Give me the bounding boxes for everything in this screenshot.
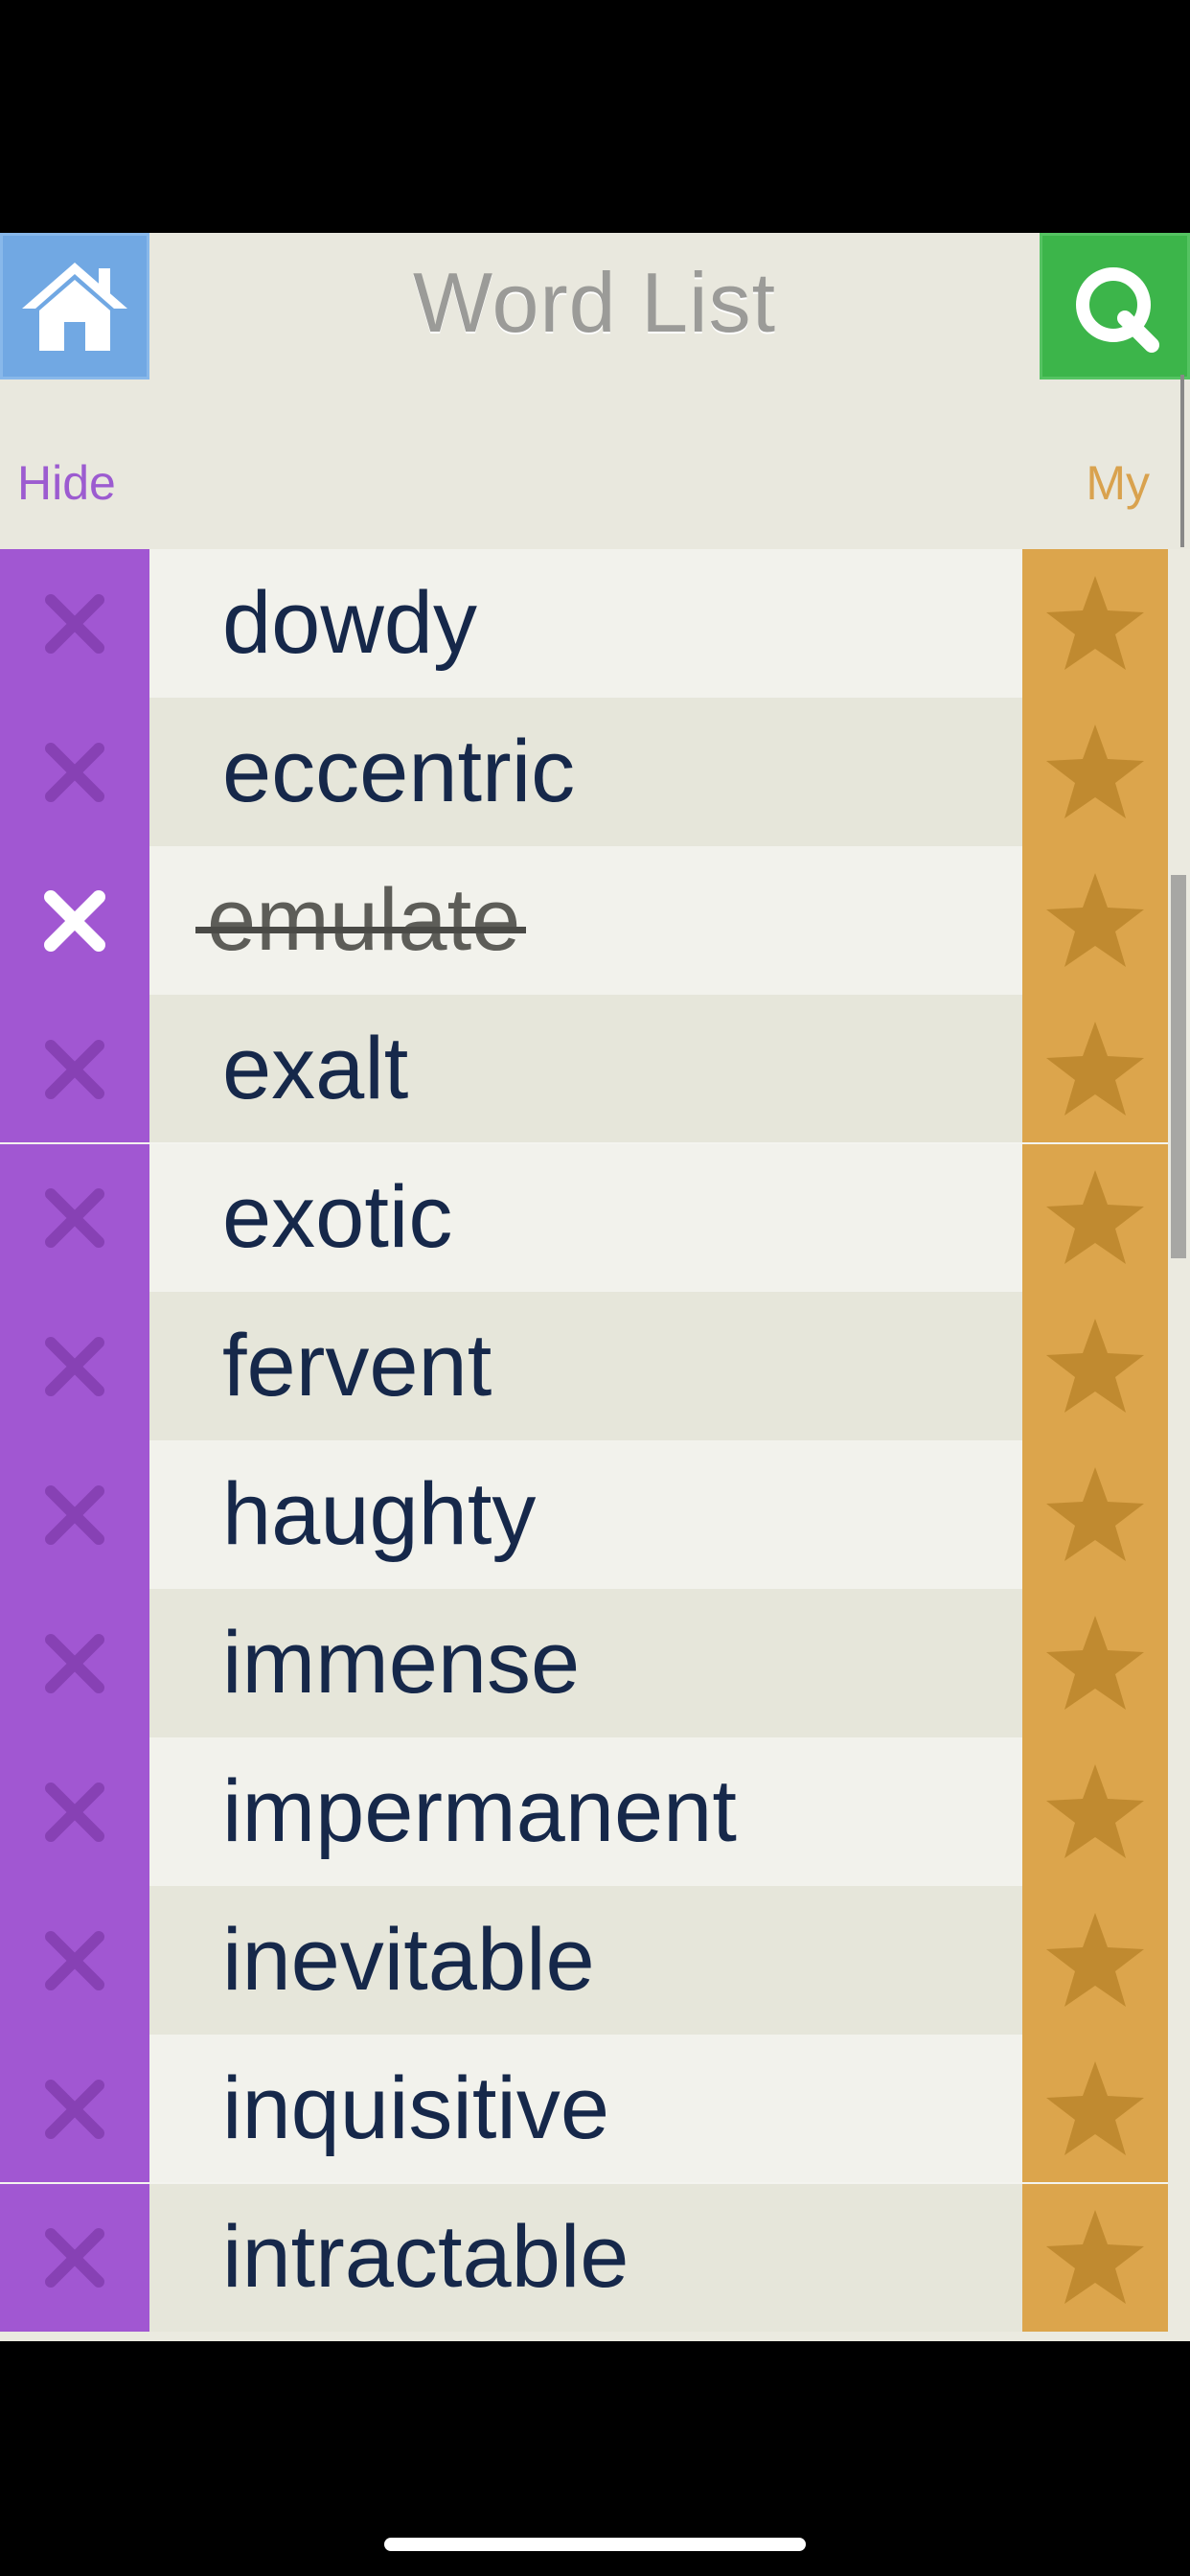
hide-x-icon <box>45 742 104 802</box>
word-label: dowdy <box>222 574 477 672</box>
favorite-toggle[interactable] <box>1022 1589 1168 1737</box>
hide-toggle[interactable] <box>0 995 149 1143</box>
word-list-screen: Word List Hide My dowdy eccentric emulat… <box>0 233 1190 2341</box>
hide-column-label: Hide <box>17 456 116 510</box>
word-row[interactable]: fervent <box>0 1292 1190 1440</box>
star-icon <box>1046 1169 1144 1264</box>
word-row[interactable]: immense <box>0 1589 1190 1737</box>
word-cell[interactable]: inevitable <box>149 1886 1022 2035</box>
star-icon <box>1046 1615 1144 1710</box>
word-cell[interactable]: eccentric <box>149 698 1022 846</box>
star-icon <box>1046 1021 1144 1116</box>
star-icon <box>1046 575 1144 670</box>
star-icon <box>1046 1912 1144 2007</box>
word-label: inquisitive <box>222 2059 609 2157</box>
hide-toggle[interactable] <box>0 1143 149 1292</box>
word-cell[interactable]: intractable <box>149 2183 1022 2332</box>
star-icon <box>1046 724 1144 818</box>
hide-toggle[interactable] <box>0 1292 149 1440</box>
hide-toggle[interactable] <box>0 698 149 846</box>
word-cell[interactable]: exotic <box>149 1143 1022 1292</box>
star-icon <box>1046 1763 1144 1858</box>
star-icon <box>1046 1466 1144 1561</box>
hide-x-icon <box>45 1782 104 1842</box>
hide-toggle[interactable] <box>0 1589 149 1737</box>
section-divider <box>0 1142 1168 1144</box>
word-cell[interactable]: exalt <box>149 995 1022 1143</box>
word-cell[interactable]: impermanent <box>149 1737 1022 1886</box>
favorite-toggle[interactable] <box>1022 698 1168 846</box>
home-icon <box>22 262 127 351</box>
favorite-toggle[interactable] <box>1022 2035 1168 2183</box>
word-row[interactable]: haughty <box>0 1440 1190 1589</box>
star-icon <box>1046 2209 1144 2304</box>
hide-x-icon <box>45 1633 104 1693</box>
hide-toggle[interactable] <box>0 1737 149 1886</box>
word-cell[interactable]: emulate <box>149 846 1022 995</box>
word-row[interactable]: exalt <box>0 995 1190 1143</box>
hide-x-icon <box>45 1336 104 1396</box>
word-label: inevitable <box>222 1911 595 2009</box>
home-button[interactable] <box>0 233 149 380</box>
word-cell[interactable]: dowdy <box>149 549 1022 698</box>
favorite-toggle[interactable] <box>1022 1292 1168 1440</box>
section-divider <box>0 2182 1168 2184</box>
word-cell[interactable]: inquisitive <box>149 2035 1022 2183</box>
favorite-toggle[interactable] <box>1022 2183 1168 2332</box>
hide-toggle[interactable] <box>0 2183 149 2332</box>
quiz-button[interactable] <box>1040 233 1190 380</box>
hide-toggle[interactable] <box>0 1886 149 2035</box>
word-row[interactable]: eccentric <box>0 698 1190 846</box>
word-row[interactable]: intractable <box>0 2183 1190 2332</box>
quiz-q-icon <box>1075 266 1159 353</box>
star-icon <box>1046 1318 1144 1413</box>
hide-x-icon <box>45 593 104 654</box>
page-title: Word List <box>412 255 777 350</box>
word-label: exotic <box>222 1168 453 1266</box>
word-cell[interactable]: immense <box>149 1589 1022 1737</box>
word-label: fervent <box>222 1317 492 1414</box>
favorite-toggle[interactable] <box>1022 1143 1168 1292</box>
word-row[interactable]: inevitable <box>0 1886 1190 2035</box>
favorite-toggle[interactable] <box>1022 995 1168 1143</box>
word-label: eccentric <box>222 723 576 820</box>
hide-toggle[interactable] <box>0 1440 149 1589</box>
word-row[interactable]: impermanent <box>0 1737 1190 1886</box>
my-column-label: My <box>1086 456 1150 510</box>
hide-x-icon <box>44 889 105 952</box>
favorite-toggle[interactable] <box>1022 1886 1168 2035</box>
word-row[interactable]: exotic <box>0 1143 1190 1292</box>
hide-x-icon <box>45 1484 104 1545</box>
hide-x-icon <box>45 1930 104 1990</box>
word-cell[interactable]: fervent <box>149 1292 1022 1440</box>
word-label: intractable <box>222 2208 629 2306</box>
word-label: immense <box>222 1614 581 1712</box>
favorite-toggle[interactable] <box>1022 1440 1168 1589</box>
word-list: dowdy eccentric emulate exalt exotic fer… <box>0 549 1190 2332</box>
word-label: emulate <box>195 846 527 995</box>
favorite-toggle[interactable] <box>1022 549 1168 698</box>
home-indicator <box>384 2538 806 2551</box>
hide-x-icon <box>45 1187 104 1248</box>
hide-toggle[interactable] <box>0 549 149 698</box>
word-row[interactable]: dowdy <box>0 549 1190 698</box>
scroll-edge <box>1180 375 1184 547</box>
word-row[interactable]: inquisitive <box>0 2035 1190 2183</box>
hide-x-icon <box>45 1039 104 1099</box>
word-cell[interactable]: haughty <box>149 1440 1022 1589</box>
header: Word List Hide My <box>0 233 1190 549</box>
word-row[interactable]: emulate <box>0 846 1190 995</box>
word-label: exalt <box>222 1020 409 1117</box>
favorite-toggle[interactable] <box>1022 1737 1168 1886</box>
hide-x-icon <box>45 2079 104 2139</box>
hide-x-icon <box>45 2227 104 2288</box>
hide-toggle[interactable] <box>0 846 149 995</box>
favorite-toggle[interactable] <box>1022 846 1168 995</box>
star-icon <box>1046 2060 1144 2155</box>
word-label: impermanent <box>222 1762 737 1860</box>
word-label: haughty <box>222 1465 537 1563</box>
scrollbar-thumb[interactable] <box>1171 875 1186 1258</box>
star-icon <box>1046 872 1144 967</box>
hide-toggle[interactable] <box>0 2035 149 2183</box>
